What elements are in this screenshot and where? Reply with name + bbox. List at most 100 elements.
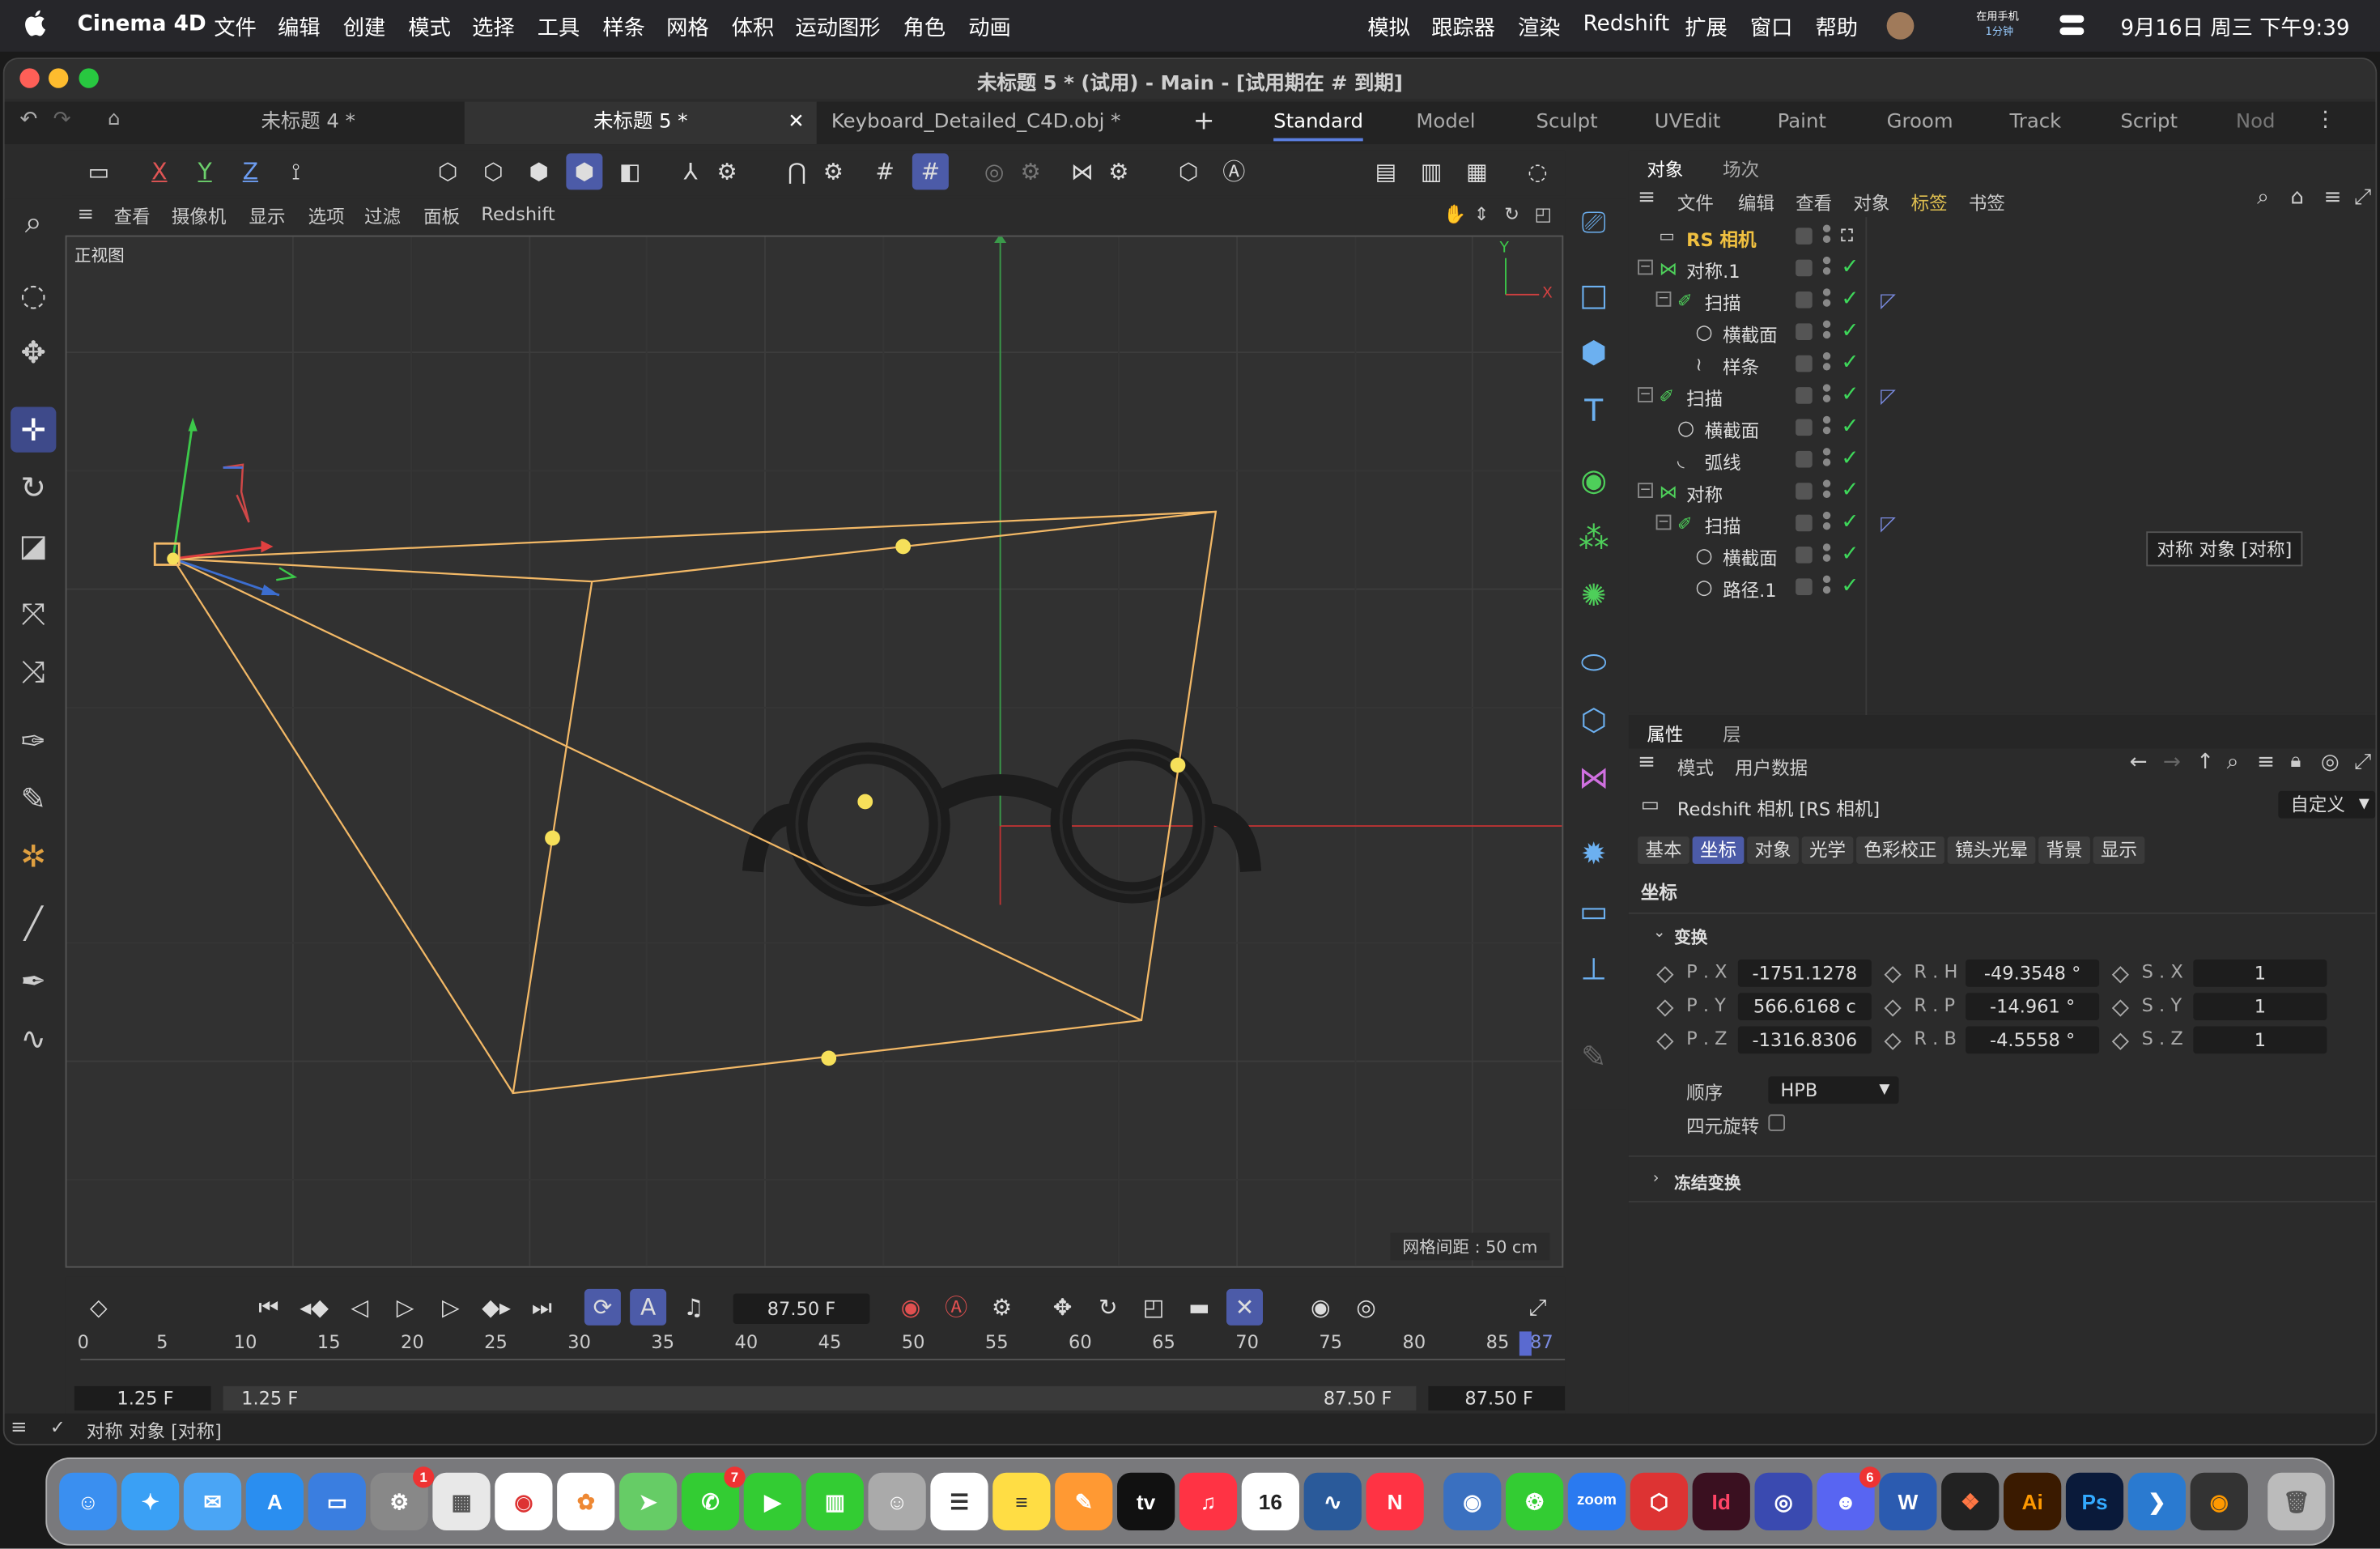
sx-field[interactable]: 1 [2193,960,2327,987]
layout-model[interactable]: Model [1416,102,1475,145]
up-arrow-icon[interactable]: ↑ [2196,750,2214,774]
visibility-dots[interactable] [1822,256,1831,281]
group-expand-icon[interactable]: ⌄ [1653,925,1666,942]
visibility-dots[interactable] [1822,511,1831,536]
snap-settings-icon[interactable]: ⚙ [815,153,852,189]
om-menu-object[interactable]: 对象 [1853,189,1889,215]
enabled-check-icon[interactable]: ✓ [1841,510,1859,534]
frustum-handles[interactable] [545,538,1186,1066]
play-icon[interactable]: ▷ [387,1289,423,1326]
object-name[interactable]: 样条 [1723,354,1759,380]
mail-icon[interactable]: ✉ [183,1472,242,1530]
record-icon[interactable]: ◉ [893,1289,929,1326]
layer-toggle[interactable] [1796,228,1813,245]
am-menu-mode[interactable]: 模式 [1677,755,1714,781]
visibility-dots[interactable] [1822,479,1831,504]
next-key-icon[interactable]: ◆▸ [478,1289,515,1326]
object-name[interactable]: 扫描 [1705,290,1741,316]
collapse-icon[interactable]: − [1655,292,1672,307]
layer-toggle[interactable] [1796,292,1813,309]
panel-icon[interactable]: ▭ [80,153,117,189]
time-ruler[interactable]: 0 5 10 15 20 25 30 35 40 45 50 55 60 65 … [78,1331,1566,1371]
layer-toggle[interactable] [1796,355,1813,372]
tag-slot-icon[interactable]: ⛶ [1841,226,1852,247]
menu-file[interactable]: 文件 [214,12,257,43]
container-icon[interactable]: ◉ [1443,1472,1502,1530]
object-row[interactable]: ▭ RS 相机 ⛶ [1629,222,2376,253]
om-menu-edit[interactable]: 编辑 [1738,189,1774,215]
keynote-icon[interactable]: ▭ [308,1472,366,1530]
menu-mode[interactable]: 模式 [408,12,451,43]
phong-tag-icon[interactable]: ◸ [1881,385,1896,408]
collapse-icon[interactable]: − [1638,259,1653,275]
am-search-icon[interactable]: ⌕ [2227,750,2239,774]
sy-field[interactable]: 1 [2193,993,2327,1020]
vp-menu-options[interactable]: 选项 [308,203,345,229]
apple-icon[interactable] [24,9,49,36]
app-menu[interactable]: Cinema 4D [78,12,206,36]
object-name[interactable]: 横截面 [1705,418,1760,444]
vp-menu-display[interactable]: 显示 [249,203,286,229]
maps-icon[interactable]: ➤ [619,1472,678,1530]
layer-toggle[interactable] [1796,419,1813,436]
enabled-check-icon[interactable]: ✓ [1841,446,1859,470]
coordinate-system-icon[interactable]: ⟟ [278,153,314,189]
next-frame-icon[interactable]: ▷ [432,1289,469,1326]
menu-tools[interactable]: 工具 [538,12,580,43]
visibility-dots[interactable] [1822,224,1831,249]
rotate-tool-icon[interactable]: ↻ [11,465,56,510]
control-center-icon[interactable] [2059,15,2085,36]
axis-tool-icon[interactable]: ⤨ [11,649,56,694]
menu-edit[interactable]: 编辑 [278,12,321,43]
spline-primitive-icon[interactable]: ✲ [11,833,56,879]
object-row[interactable]: − ⋈ 对称.1 ✓ [1629,253,2376,285]
range-end-field[interactable]: 87.50 F [1428,1385,1566,1411]
new-tab-button[interactable]: + [1193,106,1215,137]
freeze-group-title[interactable]: 冻结变换 [1674,1171,1741,1195]
tweak-icon[interactable]: ✥ [11,330,56,375]
launchpad-icon[interactable]: ▦ [432,1472,491,1530]
object-name[interactable]: 路径.1 [1723,577,1776,603]
go-to-end-icon[interactable]: ⏭ [524,1289,560,1326]
symmetry-tool-icon[interactable]: ⋈ [1064,153,1100,189]
object-row[interactable]: − ⋈ 对称 ✓ [1629,477,2376,509]
brush-icon[interactable]: ╱ [11,900,56,946]
doc-tab-keyboard[interactable]: Keyboard_Detailed_C4D.obj * [824,102,1128,145]
object-name[interactable]: 扫描 [1705,513,1741,539]
visibility-dots[interactable] [1822,320,1831,345]
photos-icon[interactable]: ✿ [557,1472,615,1530]
camera-object-icon[interactable]: ▭ [1571,888,1617,934]
vp-menu-view[interactable]: 查看 [114,203,151,229]
enabled-check-icon[interactable]: ✓ [1841,415,1859,439]
soft-settings-icon[interactable]: ⚙ [1013,153,1049,189]
notes-icon[interactable]: ≡ [992,1472,1051,1530]
chrome-icon[interactable]: ◉ [495,1472,553,1530]
menu-redshift[interactable]: Redshift [1583,12,1670,36]
keyframe-diamond-icon[interactable] [2111,1032,2129,1050]
om-search-icon[interactable]: ⌕ [2257,185,2269,210]
pz-field[interactable]: -1316.8306 [1737,1026,1872,1054]
layout-groom[interactable]: Groom [1887,102,1953,145]
news-icon[interactable]: N [1366,1472,1424,1530]
live-selection-icon[interactable]: ◌ [11,272,56,317]
go-to-start-icon[interactable]: ⏮ [250,1289,287,1326]
field-icon[interactable]: ⬭ [1571,639,1617,684]
px-field[interactable]: -1751.1278 [1737,960,1872,987]
om-menu-file[interactable]: 文件 [1677,189,1714,215]
enabled-check-icon[interactable]: ✓ [1841,351,1859,375]
am-menu-icon[interactable]: ≡ [1638,750,1655,774]
null-object-icon[interactable]: □ [1571,272,1617,317]
menu-tracker[interactable]: 跟踪器 [1431,12,1495,43]
prev-key-icon[interactable]: ◂◆ [296,1289,333,1326]
photoshop-icon[interactable]: Ps [2065,1472,2124,1530]
om-menu-view[interactable]: 查看 [1796,189,1832,215]
menu-extensions[interactable]: 扩展 [1685,12,1728,43]
subtab-lens-flare[interactable]: 镜头光晕 [1947,836,2036,864]
magnet-snap-icon[interactable]: ⋂ [779,153,815,189]
deformer-icon[interactable]: ✺ [1571,572,1617,618]
trash-icon[interactable]: 🗑︎ [2267,1472,2326,1530]
collapse-icon[interactable]: − [1638,387,1653,402]
safari-tech-icon[interactable]: ◎ [1754,1472,1813,1530]
om-menu-icon[interactable]: ≡ [1638,185,1655,210]
music-icon[interactable]: ♫ [1179,1472,1238,1530]
